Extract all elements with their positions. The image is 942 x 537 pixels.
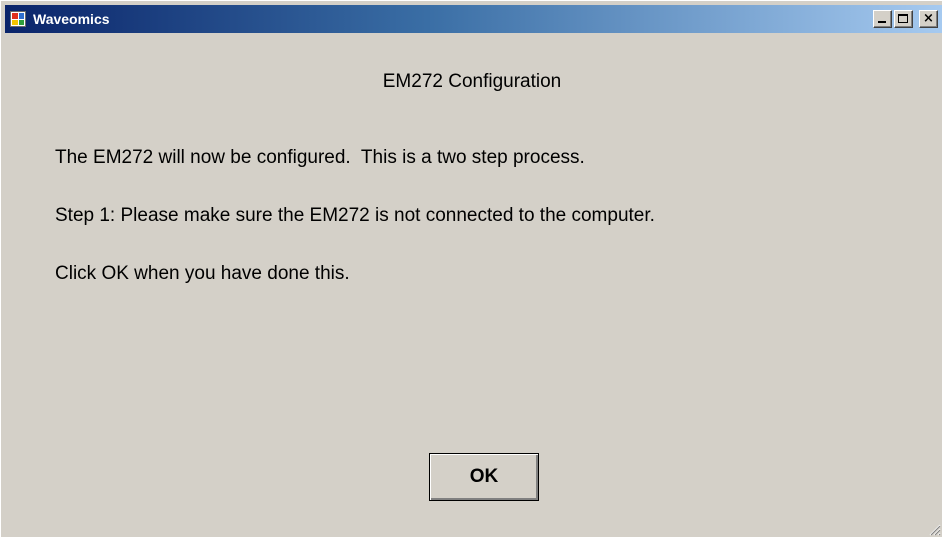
close-button[interactable]: × xyxy=(919,10,938,28)
maximize-icon xyxy=(898,14,908,23)
message-line-3: Click OK when you have done this. xyxy=(55,263,350,284)
app-icon[interactable] xyxy=(10,11,26,27)
waveomics-window: Waveomics × EM272 Configuration The EM27… xyxy=(0,0,942,537)
close-icon: × xyxy=(923,11,934,26)
message-line-2: Step 1: Please make sure the EM272 is no… xyxy=(55,205,655,226)
window-title: Waveomics xyxy=(33,11,110,27)
maximize-button[interactable] xyxy=(894,10,913,28)
resize-grip-icon[interactable] xyxy=(927,522,941,536)
minimize-button[interactable] xyxy=(873,10,892,28)
title-bar[interactable]: Waveomics × xyxy=(5,5,942,33)
message-line-1: The EM272 will now be configured. This i… xyxy=(55,147,585,168)
minimize-icon xyxy=(878,21,886,23)
dialog-heading: EM272 Configuration xyxy=(382,71,562,92)
ok-button[interactable]: OK xyxy=(429,453,539,501)
